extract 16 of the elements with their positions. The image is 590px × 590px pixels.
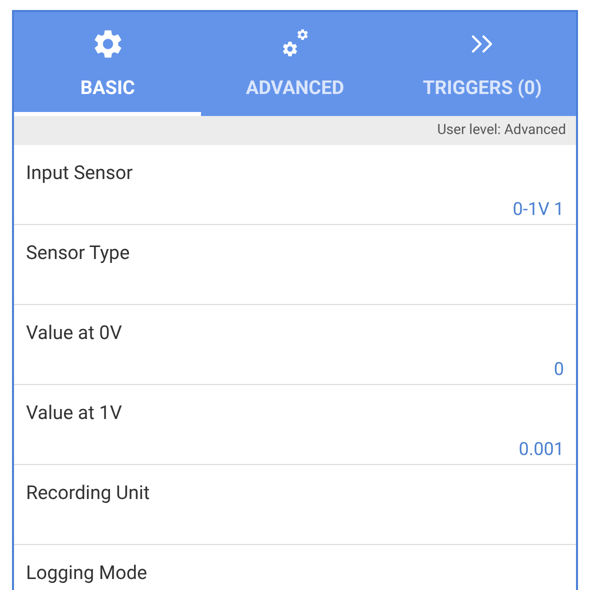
- setting-value: 0: [554, 358, 564, 382]
- setting-label: Sensor Type: [26, 240, 131, 266]
- setting-label: Recording Unit: [26, 480, 151, 506]
- setting-label: Value at 1V: [26, 400, 123, 426]
- setting-row[interactable]: Value at 0V 0: [14, 305, 576, 385]
- setting-row[interactable]: Value at 1V 0.001: [14, 385, 576, 465]
- setting-label: Logging Mode: [26, 560, 148, 586]
- setting-value: 0.001: [518, 438, 564, 462]
- setting-row[interactable]: Recording Unit: [14, 465, 576, 545]
- user-level-text: User level: Advanced: [437, 121, 566, 140]
- setting-row[interactable]: Sensor Type: [14, 225, 576, 305]
- setting-value: 0-1V 1: [512, 198, 564, 222]
- setting-row[interactable]: Logging Mode: [14, 545, 576, 590]
- setting-label: Input Sensor: [26, 160, 134, 186]
- setting-row[interactable]: Input Sensor 0-1V 1: [14, 145, 576, 225]
- setting-label: Value at 0V: [26, 320, 123, 346]
